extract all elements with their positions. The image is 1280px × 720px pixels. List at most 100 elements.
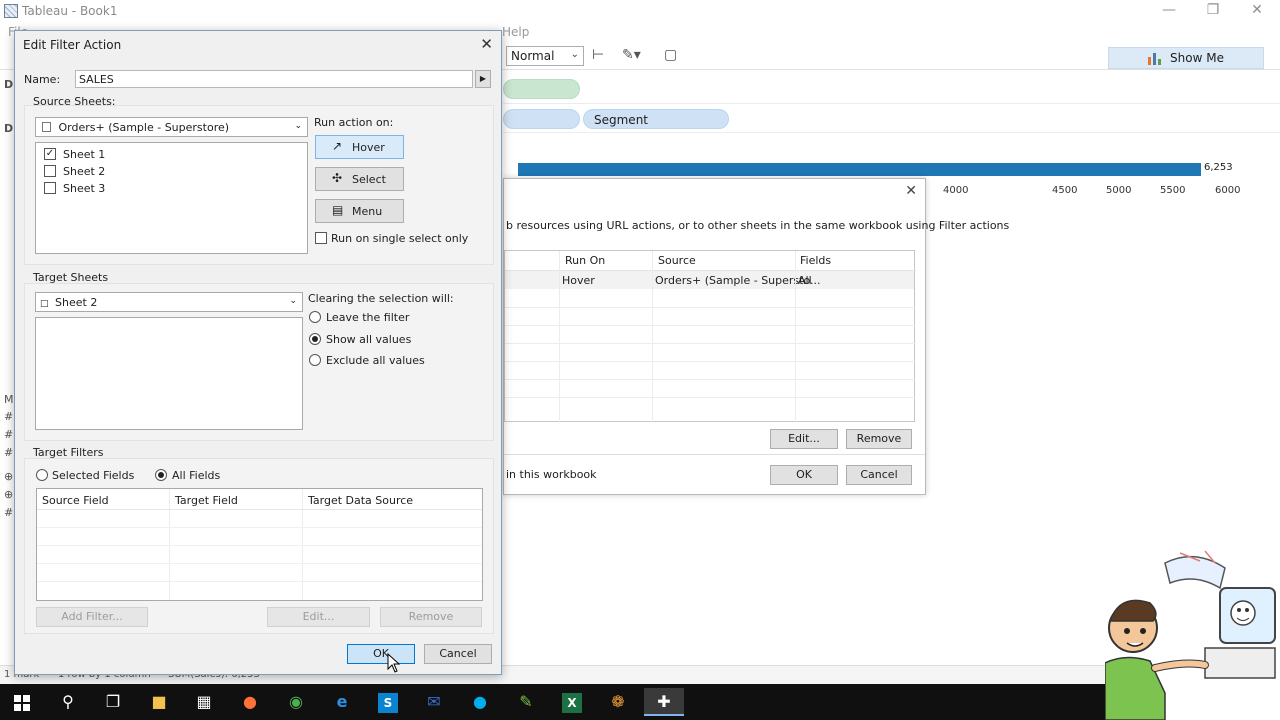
menu-help[interactable]: Help: [502, 25, 529, 39]
axis-tick: 6000: [1215, 185, 1241, 196]
clear-exclude-label[interactable]: Exclude all values: [326, 354, 425, 367]
target-sheets-label: Target Sheets: [33, 271, 109, 284]
cancel-button[interactable]: Cancel: [424, 644, 492, 664]
data-pane-tab[interactable]: D: [4, 78, 13, 91]
skype-icon[interactable]: ●: [460, 688, 500, 716]
target-fields-preview: [35, 317, 303, 430]
run-single-select-label[interactable]: Run on single select only: [331, 232, 468, 245]
source-datasource-value: Orders+ (Sample - Superstore): [58, 121, 230, 134]
source-datasource-select[interactable]: Orders+ (Sample - Superstore) ⌄: [35, 117, 308, 137]
sheet3-label[interactable]: Sheet 3: [63, 182, 105, 195]
actions-edit-button[interactable]: Edit...: [770, 429, 838, 449]
selected-fields-label[interactable]: Selected Fields: [52, 469, 134, 482]
source-sheets-list: ✓ Sheet 1 Sheet 2 Sheet 3: [35, 142, 308, 254]
actions-cancel-button[interactable]: Cancel: [846, 465, 912, 485]
geo-icon[interactable]: ⊕: [4, 488, 13, 501]
data-pane-label: D: [4, 122, 14, 135]
skype-business-icon[interactable]: S: [368, 688, 408, 716]
col-source: Source: [658, 254, 696, 267]
name-field[interactable]: SALES: [75, 70, 473, 88]
task-view-icon[interactable]: ❐: [93, 688, 133, 716]
actions-scope-label: in this workbook: [506, 468, 597, 481]
close-icon[interactable]: ✕: [905, 183, 917, 199]
fit-select-value: Normal: [511, 49, 555, 63]
file-explorer-icon[interactable]: ■: [139, 688, 179, 716]
cursor-icon: ↗: [332, 139, 343, 153]
actions-remove-button[interactable]: Remove: [846, 429, 912, 449]
select-click-icon: ✣: [332, 171, 343, 185]
measure-icon[interactable]: #: [4, 428, 13, 441]
col-run-on: Run On: [565, 254, 606, 267]
segment-pill-label: Segment: [594, 113, 648, 127]
run-action-label: Run action on:: [314, 116, 394, 129]
row-divider: [505, 361, 916, 362]
minimize-button[interactable]: —: [1146, 0, 1192, 22]
run-single-select-checkbox[interactable]: [315, 232, 327, 244]
sheet1-checkbox[interactable]: ✓: [44, 148, 56, 160]
windows-start-icon[interactable]: [2, 688, 42, 716]
search-icon[interactable]: ⚲: [48, 688, 88, 716]
sheet2-label[interactable]: Sheet 2: [63, 165, 105, 178]
tableau-public-icon[interactable]: ❁: [598, 688, 638, 716]
ok-button[interactable]: OK: [347, 644, 415, 664]
row-divider: [37, 545, 482, 546]
all-fields-label[interactable]: All Fields: [172, 469, 220, 482]
window-title: Tableau - Book1: [22, 4, 118, 18]
measure-icon[interactable]: #: [4, 410, 13, 423]
edge-icon[interactable]: e: [322, 688, 362, 716]
segment-pill[interactable]: Segment: [583, 109, 729, 129]
run-menu-button[interactable]: ▤ Menu: [315, 199, 404, 223]
axis-tick: 4500: [1052, 185, 1078, 196]
run-hover-button[interactable]: ↗ Hover: [315, 135, 404, 159]
clear-exclude-radio[interactable]: [309, 354, 321, 366]
pin-axis-icon[interactable]: ⊢: [592, 47, 604, 63]
sheet1-label[interactable]: Sheet 1: [63, 148, 105, 161]
columns-pill[interactable]: [503, 79, 580, 99]
geo-icon[interactable]: ⊕: [4, 470, 13, 483]
outlook-icon[interactable]: ✉: [414, 688, 454, 716]
add-filter-button[interactable]: Add Filter...: [36, 607, 148, 627]
highlight-pen-icon[interactable]: ✎▾: [622, 47, 641, 63]
chevron-down-icon: ⌄: [294, 121, 302, 131]
rows-shelf: Segment: [503, 105, 1280, 133]
fit-select[interactable]: Normal ⌄: [506, 46, 584, 66]
clear-show-all-label[interactable]: Show all values: [326, 333, 411, 346]
edit-filter-button[interactable]: Edit...: [267, 607, 370, 627]
row-run-on: Hover: [562, 274, 595, 287]
table-row[interactable]: Hover Orders+ (Sample - Supersto... All: [505, 271, 914, 289]
rows-pill-hidden[interactable]: [503, 109, 580, 129]
show-me-button[interactable]: Show Me: [1108, 47, 1264, 69]
notepad-icon[interactable]: ✎: [506, 688, 546, 716]
clear-show-all-radio[interactable]: [309, 333, 321, 345]
show-me-label: Show Me: [1170, 51, 1224, 65]
measure-icon[interactable]: #: [4, 446, 13, 459]
all-fields-radio[interactable]: [155, 469, 167, 481]
run-select-button[interactable]: ✣ Select: [315, 167, 404, 191]
close-icon[interactable]: ✕: [480, 35, 493, 53]
row-divider: [37, 527, 482, 528]
source-sheets-label: Source Sheets:: [33, 95, 116, 108]
restore-button[interactable]: ❐: [1190, 0, 1236, 22]
tableau-icon[interactable]: ✚: [644, 688, 684, 716]
sheet3-checkbox[interactable]: [44, 182, 56, 194]
col-fields: Fields: [800, 254, 832, 267]
firefox-icon[interactable]: ●: [230, 688, 270, 716]
mouse-cursor-icon: [387, 653, 401, 673]
remove-filter-button[interactable]: Remove: [380, 607, 482, 627]
selected-fields-radio[interactable]: [36, 469, 48, 481]
clear-leave-label[interactable]: Leave the filter: [326, 311, 409, 324]
chevron-down-icon: ⌄: [570, 49, 579, 60]
sales-bar[interactable]: [518, 163, 1201, 176]
target-sheet-select[interactable]: □ Sheet 2 ⌄: [35, 292, 303, 312]
excel-icon[interactable]: X: [552, 688, 592, 716]
store-icon[interactable]: ▦: [184, 688, 224, 716]
presentation-icon[interactable]: ▢: [664, 47, 677, 63]
actions-ok-button[interactable]: OK: [770, 465, 838, 485]
actions-table-header: Run On Source Fields: [505, 251, 916, 271]
clear-leave-radio[interactable]: [309, 311, 321, 323]
close-window-button[interactable]: ✕: [1234, 0, 1280, 22]
measure-icon[interactable]: #: [4, 506, 13, 519]
sheet2-checkbox[interactable]: [44, 165, 56, 177]
insert-field-arrow-icon[interactable]: ▶: [475, 70, 491, 88]
chrome-icon[interactable]: ◉: [276, 688, 316, 716]
